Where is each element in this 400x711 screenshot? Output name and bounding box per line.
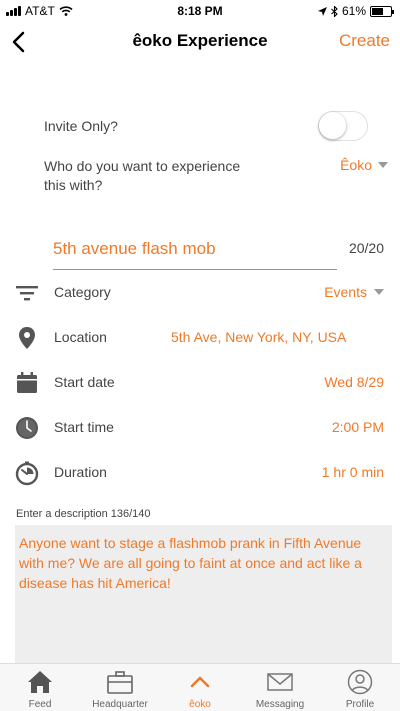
tab-messaging[interactable]: Messaging — [240, 664, 320, 711]
invite-only-row: Invite Only? — [44, 111, 384, 141]
toggle-knob — [319, 112, 346, 139]
briefcase-icon — [107, 671, 133, 694]
start-date-row[interactable]: Start date Wed 8/29 — [0, 366, 400, 400]
bluetooth-icon — [331, 5, 338, 17]
tab-headquarter-label: Headquarter — [92, 699, 148, 710]
invite-only-toggle[interactable] — [318, 111, 368, 141]
title-counter: 20/20 — [348, 240, 384, 256]
tab-profile-label: Profile — [345, 699, 375, 710]
start-date-label: Start date — [54, 374, 115, 390]
tab-profile[interactable]: Profile — [320, 664, 400, 711]
tab-feed[interactable]: Feed — [0, 664, 80, 711]
category-value: Events — [324, 284, 367, 300]
tab-feed-label: Feed — [28, 699, 52, 710]
envelope-icon — [267, 673, 293, 691]
battery-fill — [372, 7, 383, 15]
tab-headquarter[interactable]: Headquarter — [80, 664, 160, 711]
chevron-up-icon — [190, 676, 210, 688]
description-textarea[interactable]: Anyone want to stage a flashmob prank in… — [15, 525, 392, 665]
location-row[interactable]: Location 5th Ave, New York, NY, USA — [0, 321, 400, 355]
experience-title-input[interactable] — [53, 234, 337, 270]
category-row[interactable]: Category Events — [0, 276, 400, 310]
location-pin-icon — [19, 327, 35, 349]
nav-bar: êoko Experience Create — [0, 22, 400, 60]
location-value: 5th Ave, New York, NY, USA — [171, 329, 347, 345]
user-circle-icon — [347, 669, 373, 695]
status-bar: AT&T 8:18 PM 61% — [0, 0, 400, 22]
battery-percent: 61% — [341, 4, 366, 18]
location-label: Location — [54, 329, 107, 345]
duration-value: 1 hr 0 min — [321, 464, 384, 480]
filter-icon — [16, 286, 38, 301]
timer-icon — [15, 461, 39, 486]
status-right: 61% — [317, 4, 394, 18]
audience-row: Who do you want to experience this with?… — [44, 157, 388, 197]
category-dropdown[interactable]: Events — [324, 284, 384, 300]
tab-eoko-label: êoko — [189, 699, 211, 710]
invite-only-label: Invite Only? — [44, 118, 118, 134]
audience-label: Who do you want to experience this with? — [44, 158, 241, 193]
clock-icon — [16, 417, 38, 439]
tab-messaging-label: Messaging — [255, 699, 305, 710]
caret-down-icon — [378, 162, 388, 168]
start-time-label: Start time — [54, 419, 114, 435]
tab-eoko[interactable]: êoko — [160, 664, 240, 711]
calendar-icon — [17, 372, 37, 393]
audience-value: Êoko — [340, 157, 372, 173]
start-time-value: 2:00 PM — [331, 419, 384, 435]
category-label: Category — [54, 284, 111, 300]
battery-icon — [370, 5, 394, 17]
audience-dropdown[interactable]: Êoko — [340, 157, 388, 173]
duration-label: Duration — [54, 464, 107, 480]
description-label: Enter a description 136/140 — [16, 508, 151, 520]
create-button[interactable]: Create — [339, 31, 390, 51]
tab-bar: Feed Headquarter êoko Messaging Profile — [0, 663, 400, 711]
caret-down-icon — [374, 289, 384, 295]
home-icon — [28, 671, 52, 693]
location-arrow-icon — [317, 6, 327, 16]
start-date-value: Wed 8/29 — [324, 374, 384, 390]
duration-row[interactable]: Duration 1 hr 0 min — [0, 456, 400, 490]
start-time-row[interactable]: Start time 2:00 PM — [0, 411, 400, 445]
